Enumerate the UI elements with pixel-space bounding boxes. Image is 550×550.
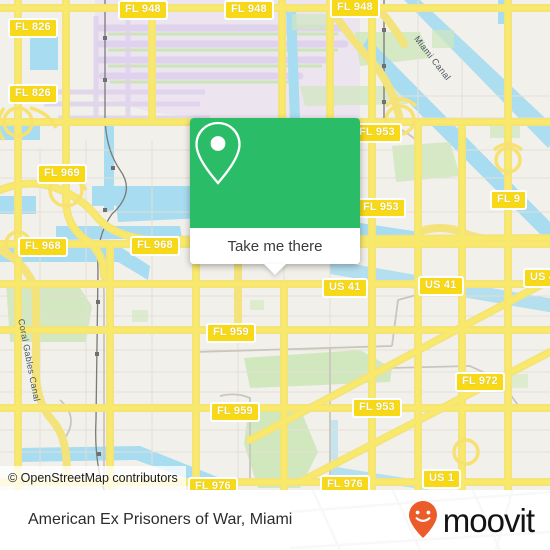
popup-pointer	[264, 264, 286, 275]
highway-shield: US 41	[523, 268, 550, 288]
highway-shield: US 41	[322, 278, 368, 298]
highway-shield: FL 826	[8, 84, 58, 104]
highway-shield: US 41	[418, 276, 464, 296]
place-title-text: American Ex Prisoners of War, Miami	[28, 511, 293, 528]
place-title: American Ex Prisoners of War, Miami	[28, 490, 292, 550]
highway-shield: FL 972	[455, 372, 505, 392]
highway-shield: FL 959	[210, 402, 260, 422]
highway-shield: FL 948	[330, 0, 380, 18]
highway-shield: FL 976	[320, 475, 370, 490]
footer-bar: American Ex Prisoners of War, Miami moov…	[0, 490, 550, 550]
highway-shield: FL 948	[118, 0, 168, 20]
highway-shield: FL 959	[206, 323, 256, 343]
moovit-wordmark: moovit	[442, 501, 535, 539]
highway-shield: US 1	[422, 469, 462, 489]
highway-shield: FL 953	[356, 198, 406, 218]
highway-shield: FL 826	[8, 18, 58, 38]
highway-shield: FL 968	[130, 236, 180, 256]
moovit-logo[interactable]: moovit	[408, 490, 535, 550]
map-attribution[interactable]: © OpenStreetMap contributors	[0, 466, 186, 490]
take-me-there-label: Take me there	[227, 237, 323, 255]
highway-shield: FL 948	[224, 0, 274, 20]
map-pin-icon	[195, 121, 241, 185]
take-me-there-button[interactable]: Take me there	[190, 228, 360, 264]
map-canvas[interactable]: Miami Canal Coral Gables Canal FL 826 FL…	[0, 0, 550, 490]
highway-shield: FL 9	[490, 190, 528, 210]
attribution-text: © OpenStreetMap contributors	[8, 471, 178, 485]
moovit-map-screen: Miami Canal Coral Gables Canal FL 826 FL…	[0, 0, 550, 550]
highway-shield: FL 968	[18, 237, 68, 257]
popup-header	[190, 118, 360, 228]
highway-shield: FL 953	[352, 398, 402, 418]
highway-shield: FL 976	[188, 477, 238, 490]
location-popup-card[interactable]: Take me there	[190, 118, 360, 275]
highway-shield: FL 969	[37, 164, 87, 184]
moovit-pin-icon	[408, 501, 437, 538]
